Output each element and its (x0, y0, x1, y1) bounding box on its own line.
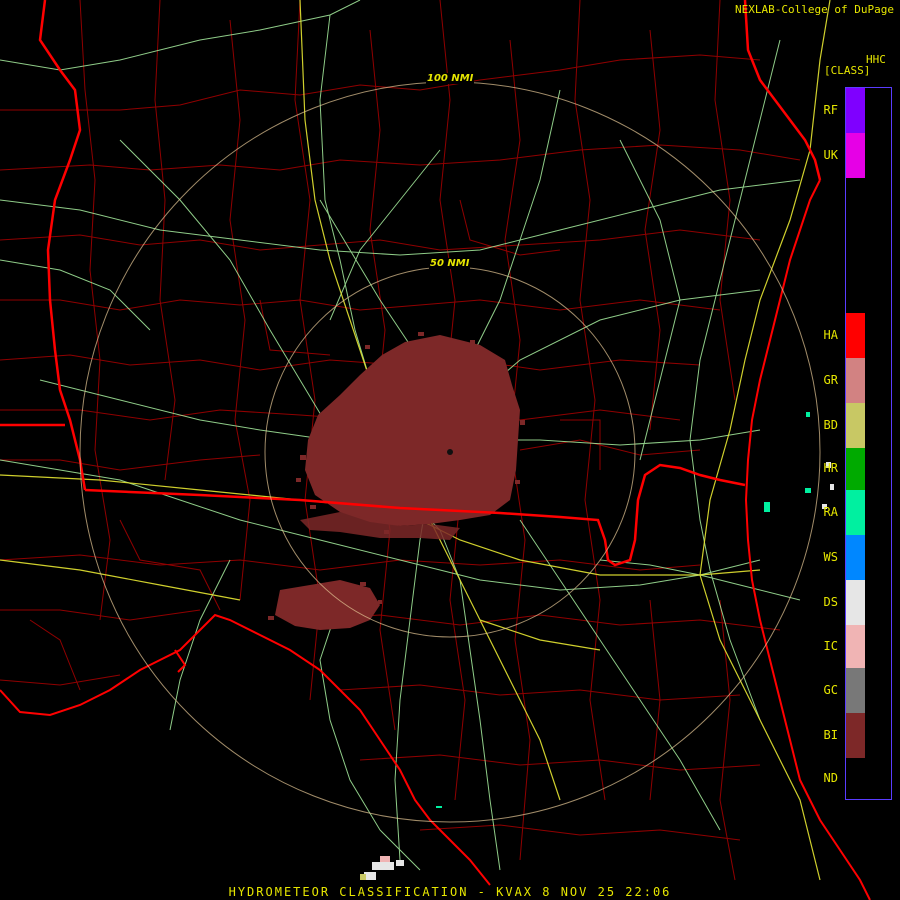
legend-swatch-bi (846, 713, 865, 758)
radar-map (0, 0, 871, 900)
legend-swatch-ra (846, 490, 865, 535)
legend-label-bd: BD (823, 417, 838, 432)
legend-label-hr: HR (823, 461, 838, 475)
legend-label-bi: BI (823, 727, 838, 742)
legend-swatch-ha (846, 313, 865, 358)
legend-swatch-nd (846, 758, 865, 799)
legend-swatch-bd (846, 403, 865, 448)
legend-label-ws: WS (823, 549, 838, 564)
product-class: [CLASS] (824, 64, 871, 77)
legend-label-nd: ND (823, 770, 838, 785)
legend-swatch-gc (846, 668, 865, 713)
range-label-50: 50 NMI (429, 258, 471, 269)
legend-swatch-hr (846, 448, 865, 490)
legend-label-ic: IC (823, 638, 838, 653)
product-title: HYDROMETEOR CLASSIFICATION - KVAX 8 NOV … (228, 885, 672, 899)
legend-swatch-ds (846, 580, 865, 625)
legend-swatch-ws (846, 535, 865, 580)
legend-label-gc: GC (823, 682, 838, 697)
credit-text: NEXLAB-College of DuPage (735, 3, 894, 16)
legend-swatch-rf (846, 88, 865, 133)
legend-swatch-uk (846, 133, 865, 178)
legend-swatch-gr (846, 358, 865, 403)
legend-label-uk: UK (823, 147, 838, 162)
legend-swatch-ic (846, 625, 865, 668)
legend-label-ha: HA (823, 327, 838, 342)
legend-label-ra: RA (823, 504, 838, 519)
legend: RF UK HA GR BD HR RA WS DS IC GC BI ND (824, 87, 892, 800)
range-label-100: 100 NMI (426, 73, 475, 84)
legend-label-rf: RF (823, 102, 838, 117)
radar-site (447, 449, 453, 455)
legend-label-gr: GR (823, 372, 838, 387)
legend-label-ds: DS (823, 594, 838, 609)
